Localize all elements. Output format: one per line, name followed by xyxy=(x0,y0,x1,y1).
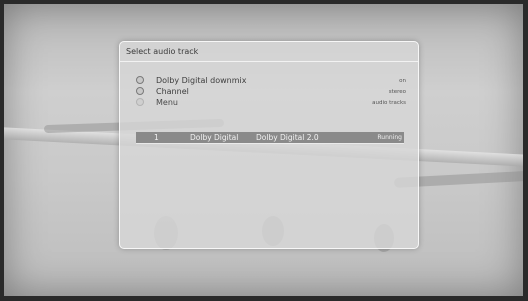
track-number: 1 xyxy=(154,133,159,142)
option-label: Channel xyxy=(156,87,189,96)
option-value: on xyxy=(399,78,406,84)
radio-icon[interactable] xyxy=(136,76,144,84)
track-format: Dolby Digital 2.0 xyxy=(256,133,319,142)
radio-icon[interactable] xyxy=(136,87,144,95)
dialog-title: Select audio track xyxy=(120,42,418,62)
track-name: Dolby Digital xyxy=(190,133,239,142)
audio-track-dialog: Select audio track Dolby Digital downmix… xyxy=(119,41,419,249)
option-label: Menu xyxy=(156,98,178,107)
option-value: stereo xyxy=(388,89,406,95)
audio-track-row-selected[interactable]: 1 Dolby Digital Dolby Digital 2.0 Runnin… xyxy=(136,132,404,143)
option-channel[interactable]: Channel stereo xyxy=(136,86,408,97)
option-menu[interactable]: Menu audio tracks xyxy=(136,97,408,108)
track-status: Running xyxy=(377,134,402,141)
option-label: Dolby Digital downmix xyxy=(156,76,247,85)
option-dolby-downmix[interactable]: Dolby Digital downmix on xyxy=(136,75,408,86)
radio-icon[interactable] xyxy=(136,98,144,106)
option-value: audio tracks xyxy=(372,100,406,106)
